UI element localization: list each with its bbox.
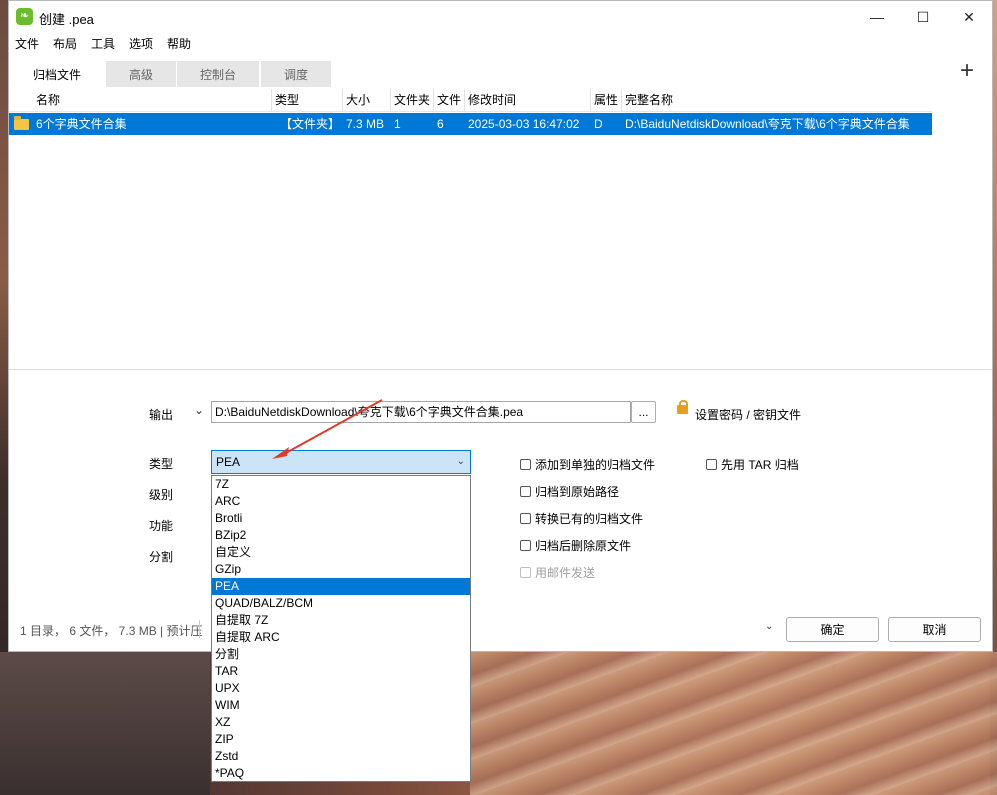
- archive-type-dropdown[interactable]: 7Z ARC Brotli BZip2 自定义 GZip PEA QUAD/BA…: [211, 475, 471, 782]
- status-separator: [199, 620, 200, 638]
- menu-help[interactable]: 帮助: [167, 35, 191, 52]
- checkbox-separate-archive[interactable]: 添加到单独的归档文件: [520, 456, 655, 473]
- option-gzip[interactable]: GZip: [212, 561, 470, 578]
- checkbox-delete-after[interactable]: 归档后删除原文件: [520, 537, 631, 554]
- checkbox-box[interactable]: [520, 513, 531, 524]
- minimize-button[interactable]: —: [854, 1, 900, 33]
- checkbox-label: 用邮件发送: [535, 566, 596, 580]
- cell-modified: 2025-03-03 16:47:02: [468, 117, 580, 131]
- option-7z[interactable]: 7Z: [212, 476, 470, 493]
- cell-name: 6个字典文件合集: [36, 117, 127, 131]
- window-title: 创建 .pea: [39, 12, 94, 27]
- status-text: 1 目录， 6 文件， 7.3 MB | 预计压: [20, 624, 203, 638]
- cell-folders: 1: [394, 117, 401, 131]
- chevron-down-icon: ⌄: [456, 456, 465, 467]
- tab-console[interactable]: 控制台: [177, 61, 259, 87]
- option-split[interactable]: 分割: [212, 646, 470, 663]
- archive-type-select[interactable]: PEA ⌄: [211, 450, 471, 474]
- cell-type: 【文件夹】: [280, 117, 341, 131]
- column-name[interactable]: 名称: [33, 89, 272, 111]
- desktop-background-bottom-left: [0, 652, 210, 795]
- panel-divider: [9, 369, 992, 370]
- column-full-name[interactable]: 完整名称: [622, 89, 932, 111]
- folder-icon: [14, 116, 29, 130]
- checkbox-box[interactable]: [520, 486, 531, 497]
- column-modified[interactable]: 修改时间: [465, 89, 591, 111]
- browse-button[interactable]: ...: [631, 401, 656, 423]
- option-sfx-7z[interactable]: 自提取 7Z: [212, 612, 470, 629]
- file-list-header: 名称 类型 大小 文件夹 文件 修改时间 属性 完整名称: [9, 89, 932, 112]
- checkbox-original-path[interactable]: 归档到原始路径: [520, 483, 619, 500]
- tab-archive[interactable]: 归档文件: [19, 61, 95, 87]
- option-paq[interactable]: *PAQ: [212, 765, 470, 782]
- column-type[interactable]: 类型: [272, 89, 343, 111]
- checkbox-label: 归档后删除原文件: [535, 539, 632, 553]
- checkbox-send-email: 用邮件发送: [520, 564, 595, 581]
- column-size[interactable]: 大小: [343, 89, 391, 111]
- checkbox-box[interactable]: [520, 540, 531, 551]
- archive-type-value: PEA: [216, 455, 241, 469]
- cell-size: 7.3 MB: [346, 117, 385, 131]
- cell-attributes: D: [594, 117, 603, 131]
- option-custom[interactable]: 自定义: [212, 544, 470, 561]
- output-path-field[interactable]: D:\BaiduNetdiskDownload\夸克下载\6个字典文件合集.pe…: [211, 401, 631, 423]
- menu-tools[interactable]: 工具: [91, 35, 115, 52]
- column-files[interactable]: 文件: [434, 89, 465, 111]
- option-quad-balz-bcm[interactable]: QUAD/BALZ/BCM: [212, 595, 470, 612]
- menu-layout[interactable]: 布局: [53, 35, 77, 52]
- desktop-background-bottom-right: [470, 652, 997, 795]
- level-label: 级别: [149, 488, 174, 502]
- type-label: 类型: [149, 457, 174, 471]
- split-label: 分割: [149, 550, 174, 564]
- tab-schedule[interactable]: 调度: [261, 61, 331, 87]
- checkbox-convert-existing[interactable]: 转换已有的归档文件: [520, 510, 643, 527]
- set-password-link[interactable]: 设置密码 / 密钥文件: [695, 406, 801, 423]
- column-attributes[interactable]: 属性: [591, 89, 622, 111]
- checkbox-tar-first[interactable]: 先用 TAR 归档: [706, 456, 799, 473]
- option-tar[interactable]: TAR: [212, 663, 470, 680]
- checkbox-box[interactable]: [520, 459, 531, 470]
- option-arc[interactable]: ARC: [212, 493, 470, 510]
- maximize-button[interactable]: ☐: [900, 1, 946, 33]
- option-wim[interactable]: WIM: [212, 697, 470, 714]
- cancel-button[interactable]: 取消: [888, 617, 981, 642]
- peazip-app-icon: ❧: [16, 8, 33, 25]
- option-xz[interactable]: XZ: [212, 714, 470, 731]
- option-upx[interactable]: UPX: [212, 680, 470, 697]
- option-zstd[interactable]: Zstd: [212, 748, 470, 765]
- option-brotli[interactable]: Brotli: [212, 510, 470, 527]
- chevron-down-icon[interactable]: ⌄: [765, 621, 773, 632]
- option-pea[interactable]: PEA: [212, 578, 470, 595]
- function-label: 功能: [149, 519, 174, 533]
- cell-full-name: D:\BaiduNetdiskDownload\夸克下载\6个字典文件合集: [625, 117, 910, 131]
- option-zip[interactable]: ZIP: [212, 731, 470, 748]
- output-label: 输出: [149, 408, 174, 422]
- menu-file[interactable]: 文件: [15, 35, 39, 52]
- menu-bar: 文件 布局 工具 选项 帮助: [9, 33, 992, 53]
- create-archive-window: ❧ 创建 .pea — ☐ ✕ 文件 布局 工具 选项 帮助 归档文件 高级 控…: [8, 0, 993, 782]
- checkbox-box[interactable]: [706, 459, 717, 470]
- lock-icon: [677, 400, 688, 414]
- checkbox-label: 添加到单独的归档文件: [535, 458, 656, 472]
- checkbox-label: 先用 TAR 归档: [721, 458, 799, 472]
- menu-options[interactable]: 选项: [129, 35, 153, 52]
- close-button[interactable]: ✕: [946, 1, 992, 33]
- ok-button[interactable]: 确定: [786, 617, 879, 642]
- output-history-chevron-icon[interactable]: ⌄: [194, 403, 204, 417]
- table-row[interactable]: 6个字典文件合集 【文件夹】 7.3 MB 1 6 2025-03-03 16:…: [9, 113, 932, 135]
- checkbox-box: [520, 567, 531, 578]
- option-bzip2[interactable]: BZip2: [212, 527, 470, 544]
- tab-advanced[interactable]: 高级: [106, 61, 176, 87]
- title-bar[interactable]: ❧ 创建 .pea — ☐ ✕: [9, 1, 992, 33]
- checkbox-label: 归档到原始路径: [535, 485, 620, 499]
- add-files-icon[interactable]: +: [960, 59, 974, 83]
- option-sfx-arc[interactable]: 自提取 ARC: [212, 629, 470, 646]
- column-folders[interactable]: 文件夹: [391, 89, 434, 111]
- cell-files: 6: [437, 117, 444, 131]
- checkbox-label: 转换已有的归档文件: [535, 512, 644, 526]
